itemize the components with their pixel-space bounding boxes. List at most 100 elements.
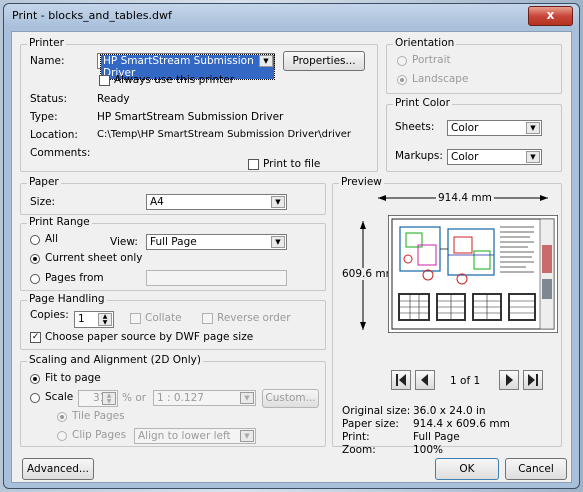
scale-percent-stepper[interactable]: 31 ▲ ▼ (78, 390, 118, 407)
fit-to-page-radio[interactable] (30, 374, 40, 384)
clip-pages-radio[interactable] (57, 431, 67, 441)
dropdown-arrow-icon: ▼ (271, 196, 285, 208)
alignment-value: Align to lower left (138, 430, 231, 442)
reverse-order-label: Reverse order (217, 312, 291, 324)
location-value: C:\Temp\HP SmartStream Submission Driver… (97, 129, 352, 140)
landscape-label: Landscape (412, 73, 469, 85)
last-page-icon (528, 374, 538, 386)
title-bar: Print - blocks_and_tables.dwf x (4, 4, 579, 28)
dropdown-arrow-icon: ▼ (526, 122, 540, 134)
prev-page-icon (421, 374, 428, 386)
tile-pages-radio[interactable] (57, 412, 67, 422)
percent-or-label: % or (122, 392, 147, 404)
alignment-select[interactable]: Align to lower left ▼ (134, 428, 256, 444)
original-size-label: Original size: (342, 405, 411, 417)
always-use-label: Always use this printer (114, 74, 235, 86)
dialog-body: Printer Name: HP SmartStream Submission … (11, 31, 572, 483)
dropdown-arrow-icon: ▼ (240, 392, 254, 404)
printer-group: Printer Name: HP SmartStream Submission … (20, 37, 378, 172)
pages-from-input[interactable] (146, 270, 287, 286)
type-label: Type: (30, 111, 58, 123)
printer-name-label: Name: (30, 55, 65, 67)
always-use-checkbox[interactable] (99, 75, 110, 86)
paper-size-value: A4 (150, 196, 164, 208)
status-value: Ready (97, 93, 130, 105)
collate-label: Collate (145, 312, 182, 324)
advanced-button[interactable]: Advanced... (22, 458, 94, 480)
first-page-button[interactable] (391, 370, 411, 390)
dropdown-arrow-icon: ▼ (259, 55, 273, 67)
print-to-file-checkbox[interactable] (248, 159, 259, 170)
properties-button[interactable]: Properties... (283, 51, 365, 71)
scale-label: Scale (45, 391, 74, 403)
markups-value: Color (451, 151, 479, 163)
view-label: View: (110, 236, 138, 248)
copies-value: 1 (78, 313, 85, 325)
dropdown-arrow-icon: ▼ (240, 430, 254, 442)
printer-name-select[interactable]: HP SmartStream Submission Driver ▼ (97, 53, 275, 80)
sheets-select[interactable]: Color ▼ (447, 120, 542, 136)
copies-label: Copies: (30, 309, 69, 321)
copies-stepper[interactable]: 1 ▲ ▼ (74, 311, 114, 328)
comments-label: Comments: (30, 147, 91, 159)
dropdown-arrow-icon: ▼ (526, 151, 540, 163)
print-range-group: Print Range All View: Full Page ▼ Curren… (20, 216, 326, 291)
paper-size-select[interactable]: A4 ▼ (146, 194, 287, 210)
page-handling-group: Page Handling Copies: 1 ▲ ▼ Collate Rever… (20, 293, 326, 350)
markups-select[interactable]: Color ▼ (447, 149, 542, 165)
scale-ratio-value: 1 : 0.127 (157, 392, 204, 404)
view-select[interactable]: Full Page ▼ (146, 234, 287, 250)
current-sheet-radio[interactable] (30, 254, 40, 264)
first-page-icon (396, 374, 406, 386)
close-button[interactable]: x (528, 6, 573, 26)
clip-pages-label: Clip Pages (72, 429, 127, 441)
scale-radio[interactable] (30, 393, 40, 403)
location-label: Location: (30, 129, 78, 141)
original-size-value: 36.0 x 24.0 in (413, 405, 486, 417)
pages-from-label: Pages from (45, 272, 104, 284)
zoom-value: 100% (413, 444, 444, 456)
landscape-radio[interactable] (397, 75, 407, 85)
paper-group-label: Paper (27, 176, 61, 188)
paper-source-checkbox[interactable]: ✓ (30, 332, 41, 343)
scaling-group-label: Scaling and Alignment (2D Only) (27, 354, 203, 366)
preview-width-label: 914.4 mm (436, 192, 494, 204)
custom-button[interactable]: Custom... (262, 389, 319, 408)
markups-label: Markups: (395, 150, 443, 162)
paper-size-info-label: Paper size: (342, 418, 399, 430)
paper-source-label: Choose paper source by DWF page size (45, 331, 254, 343)
type-value: HP SmartStream Submission Driver (97, 111, 284, 123)
all-radio[interactable] (30, 235, 40, 245)
prev-page-button[interactable] (415, 370, 435, 390)
print-dialog: Print - blocks_and_tables.dwf x Printer … (3, 3, 580, 489)
reverse-order-checkbox[interactable] (202, 313, 213, 324)
pages-from-radio[interactable] (30, 274, 40, 284)
window-title: Print - blocks_and_tables.dwf (12, 9, 172, 22)
spinner-icon: ▲ ▼ (98, 313, 112, 326)
print-color-group-label: Print Color (393, 97, 452, 109)
ok-button[interactable]: OK (435, 458, 499, 480)
dropdown-arrow-icon: ▼ (271, 236, 285, 248)
zoom-label: Zoom: (342, 444, 376, 456)
all-label: All (45, 233, 59, 245)
orientation-group: Orientation Portrait Landscape (386, 37, 562, 94)
tile-pages-label: Tile Pages (72, 410, 125, 422)
sheet-preview-thumbnail (388, 215, 558, 333)
page-indicator: 1 of 1 (450, 375, 481, 387)
next-page-button[interactable] (499, 370, 519, 390)
print-range-group-label: Print Range (27, 216, 92, 228)
sheets-label: Sheets: (395, 121, 435, 133)
last-page-button[interactable] (523, 370, 543, 390)
sheets-value: Color (451, 122, 479, 134)
portrait-label: Portrait (412, 54, 451, 66)
collate-checkbox[interactable] (130, 313, 141, 324)
next-page-icon (506, 374, 513, 386)
portrait-radio[interactable] (397, 56, 407, 66)
cancel-button[interactable]: Cancel (505, 458, 567, 480)
paper-group: Paper Size: A4 ▼ (20, 176, 326, 215)
scale-ratio-select[interactable]: 1 : 0.127 ▼ (153, 390, 256, 406)
orientation-group-label: Orientation (393, 37, 457, 49)
current-sheet-label: Current sheet only (45, 252, 143, 264)
view-value: Full Page (150, 236, 197, 248)
paper-size-info-value: 914.4 x 609.6 mm (413, 418, 510, 430)
